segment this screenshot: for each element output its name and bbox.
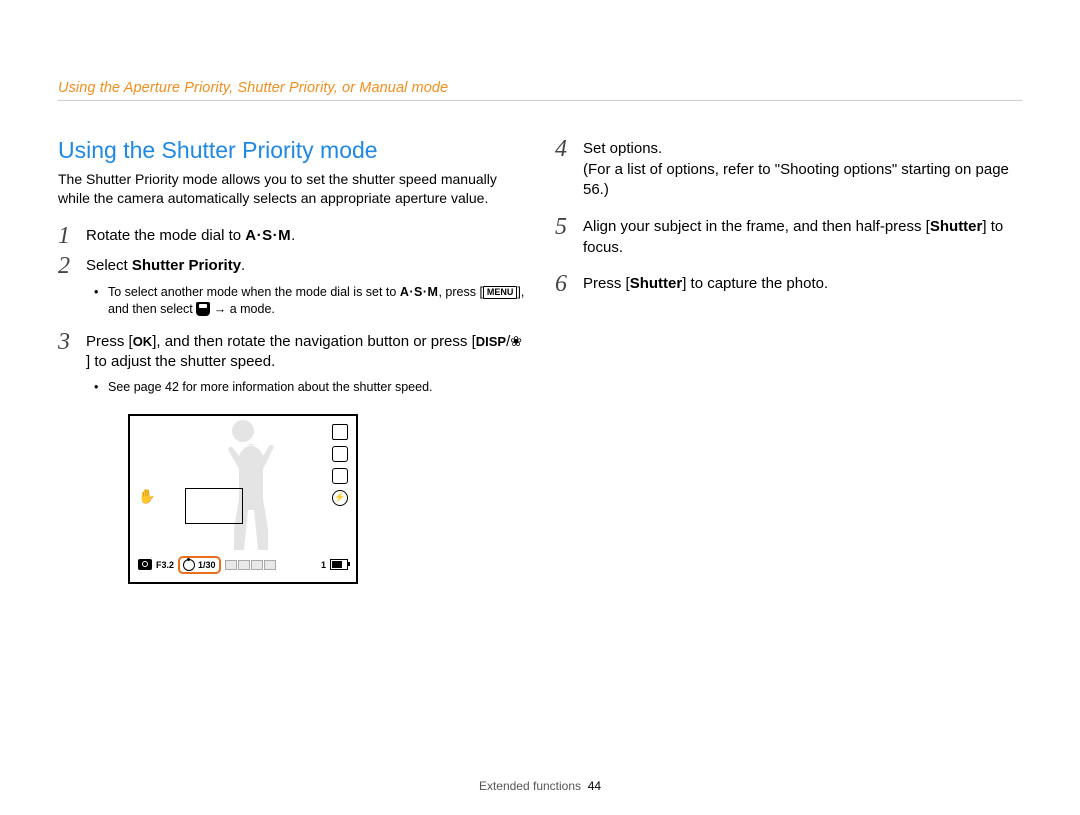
resolution-icon xyxy=(332,424,348,440)
step-number: 6 xyxy=(555,272,583,296)
sub-text: , press [ xyxy=(438,285,482,299)
step-number: 4 xyxy=(555,137,583,161)
step-4-line1: Set options. xyxy=(583,139,1022,160)
sub-text: To select another mode when the mode dia… xyxy=(108,285,400,299)
step-3-pre: Press [ xyxy=(86,333,133,350)
step-1-text-post: . xyxy=(291,227,295,244)
asm-mode-icon: A·S·M xyxy=(245,227,291,244)
ok-button-icon: OK xyxy=(133,334,153,349)
left-column: Using the Shutter Priority mode The Shut… xyxy=(58,137,525,584)
step-3: 3 Press [OK], and then rotate the naviga… xyxy=(58,330,525,373)
menu-button-icon: MENU xyxy=(483,286,518,299)
step-6-post: ] to capture the photo. xyxy=(682,275,828,292)
ois-icon: ✋ xyxy=(138,488,155,505)
breadcrumb: Using the Aperture Priority, Shutter Pri… xyxy=(58,80,1022,101)
metering-icon xyxy=(332,468,348,484)
ev-scale xyxy=(225,560,276,570)
flash-icon: ⚡ xyxy=(332,490,348,506)
footer-page-number: 44 xyxy=(588,779,601,793)
step-5: 5 Align your subject in the frame, and t… xyxy=(555,215,1022,258)
step-6: 6 Press [Shutter] to capture the photo. xyxy=(555,272,1022,296)
screen-bottom-row: F3.2 1/30 1 xyxy=(138,556,348,574)
shutter-label: Shutter xyxy=(930,218,983,235)
quality-icon xyxy=(332,446,348,462)
disp-button-icon: DISP xyxy=(476,334,506,349)
macro-icon: ❀ xyxy=(510,332,522,351)
bullet-icon: • xyxy=(94,284,108,318)
step-2-sub: • To select another mode when the mode d… xyxy=(94,284,525,318)
camera-mode-icon xyxy=(138,559,152,570)
silhouette-figure xyxy=(199,420,287,550)
step-3-mid: ], and then rotate the navigation button… xyxy=(152,333,476,350)
mode-icon xyxy=(196,302,210,316)
step-2: 2 Select Shutter Priority. xyxy=(58,254,525,278)
sub-text: → a mode. xyxy=(210,302,275,316)
step-3-post: ] to adjust the shutter speed. xyxy=(86,353,275,370)
step-4-line2: (For a list of options, refer to "Shooti… xyxy=(583,160,1022,201)
shutter-priority-label: Shutter Priority xyxy=(132,257,241,274)
sub-text: See page 42 for more information about t… xyxy=(108,379,433,396)
step-6-pre: Press [ xyxy=(583,275,630,292)
step-number: 1 xyxy=(58,224,86,248)
step-3-sub: • See page 42 for more information about… xyxy=(94,379,525,396)
step-4: 4 Set options. (For a list of options, r… xyxy=(555,137,1022,201)
step-2-text-post: . xyxy=(241,257,245,274)
asm-mode-icon: A·S·M xyxy=(400,285,439,299)
shutter-speed-value: 1/30 xyxy=(198,560,216,570)
shutter-label: Shutter xyxy=(630,275,683,292)
step-5-pre: Align your subject in the frame, and the… xyxy=(583,218,930,235)
focus-box xyxy=(185,488,243,524)
dial-icon xyxy=(183,559,195,571)
battery-icon xyxy=(330,559,348,570)
shutter-speed-box: 1/30 xyxy=(178,556,221,574)
step-number: 3 xyxy=(58,330,86,354)
step-1: 1 Rotate the mode dial to A·S·M. xyxy=(58,224,525,248)
page-footer: Extended functions 44 xyxy=(0,779,1080,793)
intro-text: The Shutter Priority mode allows you to … xyxy=(58,170,525,208)
right-column: 4 Set options. (For a list of options, r… xyxy=(555,137,1022,584)
section-title: Using the Shutter Priority mode xyxy=(58,137,525,164)
screen-icon-column: ⚡ xyxy=(332,424,348,506)
step-number: 2 xyxy=(58,254,86,278)
step-1-text-pre: Rotate the mode dial to xyxy=(86,227,245,244)
bullet-icon: • xyxy=(94,379,108,396)
step-number: 5 xyxy=(555,215,583,239)
aperture-value: F3.2 xyxy=(156,560,174,570)
step-2-text-pre: Select xyxy=(86,257,132,274)
camera-screen-preview: ⚡ ✋ F3.2 1/30 1 xyxy=(128,414,358,584)
shots-remaining: 1 xyxy=(321,560,326,570)
footer-section: Extended functions xyxy=(479,779,581,793)
